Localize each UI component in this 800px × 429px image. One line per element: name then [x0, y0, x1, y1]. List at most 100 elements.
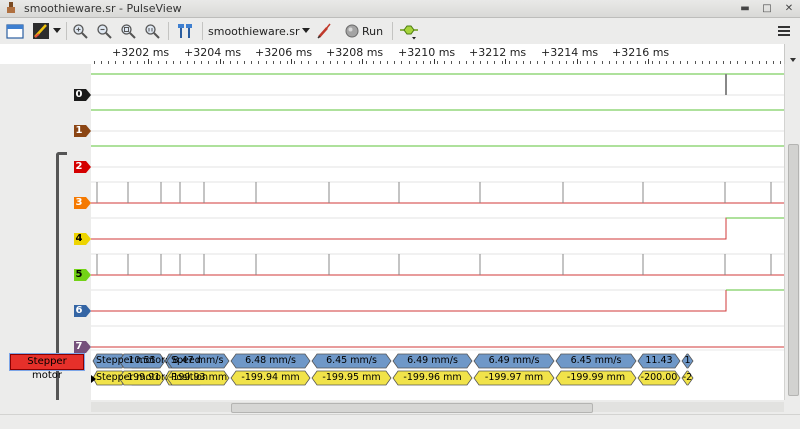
annotation-value[interactable]: 10.55 [119, 354, 165, 368]
chevron-down-icon [302, 28, 310, 33]
run-button[interactable]: Run [362, 20, 392, 42]
trace-channel-5 [91, 253, 784, 276]
annotation-value[interactable]: -199.93 mm [167, 371, 229, 385]
annotation-value[interactable]: 6.49 mm/s [393, 354, 472, 368]
ruler-tick-label: +3214 ms [541, 46, 599, 59]
annotation-value[interactable]: -2 [682, 371, 693, 385]
annotation-value[interactable]: 6.49 mm/s [474, 354, 554, 368]
title-bar: smoothieware.sr - PulseView ▬ □ ✕ [0, 0, 800, 18]
logic-traces [91, 73, 784, 351]
run-button-icon-wrap[interactable] [344, 20, 360, 42]
close-button[interactable]: ✕ [782, 2, 796, 15]
configure-device-button[interactable] [314, 20, 334, 42]
annotation-value[interactable]: -199.94 mm [231, 371, 310, 385]
ruler-corner [784, 44, 800, 64]
app-icon [7, 2, 15, 13]
save-dropdown-button[interactable] [52, 20, 62, 42]
zoom-out-icon [97, 24, 112, 39]
decoder-icon [400, 25, 418, 40]
trace-view[interactable] [91, 64, 784, 400]
annotation-value[interactable]: 1 [682, 354, 693, 368]
ruler-tick-label: +3210 ms [398, 46, 456, 59]
trace-channel-2 [91, 145, 784, 168]
annotation-value[interactable]: -199.95 mm [312, 371, 391, 385]
open-file-icon [6, 24, 24, 39]
decoder-label[interactable]: Stepper motor [10, 354, 84, 381]
channel-label-2[interactable]: 2 [74, 161, 91, 173]
probe-icon [317, 23, 331, 39]
run-icon [345, 24, 359, 38]
channel-label-6[interactable]: 6 [74, 305, 91, 317]
add-decoder-button[interactable] [398, 20, 420, 42]
minimize-button[interactable]: ▬ [738, 2, 752, 15]
zoom-fit-icon [121, 24, 136, 39]
annotation-value[interactable]: -199.97 mm [474, 371, 554, 385]
annotation-value[interactable]: -199.96 mm [393, 371, 472, 385]
horizontal-scrollbar-thumb[interactable] [231, 403, 593, 413]
channel-label-7[interactable]: 7 [74, 341, 91, 353]
channel-label-5[interactable]: 5 [74, 269, 91, 281]
zoom-one-to-one-button[interactable] [142, 20, 162, 42]
toolbar-separator [202, 22, 203, 40]
save-button[interactable] [30, 20, 52, 42]
window-title: smoothieware.sr - PulseView [24, 2, 182, 15]
trace-channel-4 [91, 217, 784, 240]
horizontal-scrollbar-trough[interactable] [91, 402, 784, 413]
channel-name: 6 [75, 305, 83, 316]
annotation-value[interactable]: 6.45 mm/s [556, 354, 636, 368]
channel-label-0[interactable]: 0 [74, 89, 91, 101]
ruler-tick-label: +3206 ms [255, 46, 313, 59]
channel-name: 0 [75, 89, 83, 100]
toolbar-separator [168, 22, 169, 40]
hamburger-menu-icon [778, 26, 790, 36]
toolbar-separator [66, 22, 67, 40]
device-selector[interactable]: smoothieware.sr [208, 20, 308, 42]
ruler-tick-label: +3204 ms [184, 46, 242, 59]
ruler-tick-label: +3216 ms [612, 46, 670, 59]
trace-channel-1 [91, 109, 784, 132]
time-ruler[interactable]: +3202 ms +3204 ms +3206 ms +3208 ms +321… [0, 44, 784, 65]
ruler-tick-label: +3202 ms [112, 46, 170, 59]
channel-name: 1 [75, 125, 83, 136]
trace-channel-7 [91, 325, 784, 348]
toolbar-separator [392, 22, 393, 40]
chevron-down-icon [790, 58, 796, 62]
row-expand-icon[interactable] [91, 375, 96, 383]
trace-channel-3 [91, 181, 784, 204]
run-label: Run [362, 24, 384, 38]
annotation-value[interactable]: 6.48 mm/s [231, 354, 310, 368]
annotation-value[interactable]: 11.43 [638, 354, 680, 368]
main-menu-button[interactable] [774, 20, 794, 42]
channel-name: 5 [75, 269, 83, 280]
annotation-value[interactable]: 8.47 mm/s [167, 354, 229, 368]
channel-label-1[interactable]: 1 [74, 125, 91, 137]
zoom-original-icon [145, 24, 160, 39]
annotation-value[interactable]: -200.00 [638, 371, 680, 385]
channel-name: 4 [75, 233, 83, 244]
device-dropdown-button[interactable] [300, 20, 312, 42]
trace-channel-6 [91, 289, 784, 312]
channel-label-4[interactable]: 4 [74, 233, 91, 245]
zoom-in-icon [73, 24, 88, 39]
vertical-scrollbar-thumb[interactable] [788, 144, 799, 396]
zoom-in-button[interactable] [70, 20, 90, 42]
horizontal-scrollbar[interactable] [0, 400, 800, 414]
zoom-out-button[interactable] [94, 20, 114, 42]
open-button[interactable] [4, 20, 26, 42]
zoom-fit-button[interactable] [118, 20, 138, 42]
ruler-tick-label: +3208 ms [326, 46, 384, 59]
trace-channel-0 [91, 73, 784, 96]
channel-label-3[interactable]: 3 [74, 197, 91, 209]
device-name: smoothieware.sr [208, 24, 300, 38]
annotation-value[interactable]: -199.99 mm [556, 371, 636, 385]
vertical-scrollbar[interactable] [784, 64, 800, 400]
main-toolbar: smoothieware.sr Run [0, 18, 800, 45]
annotation-value[interactable]: 6.45 mm/s [312, 354, 391, 368]
maximize-button[interactable]: □ [760, 2, 774, 15]
save-icon [33, 23, 49, 39]
annotation-value[interactable]: -199.91 [119, 371, 165, 385]
cursor-button[interactable] [174, 20, 196, 42]
status-strip [0, 414, 800, 429]
channel-name: 3 [75, 197, 83, 208]
channel-name: 2 [75, 161, 83, 172]
